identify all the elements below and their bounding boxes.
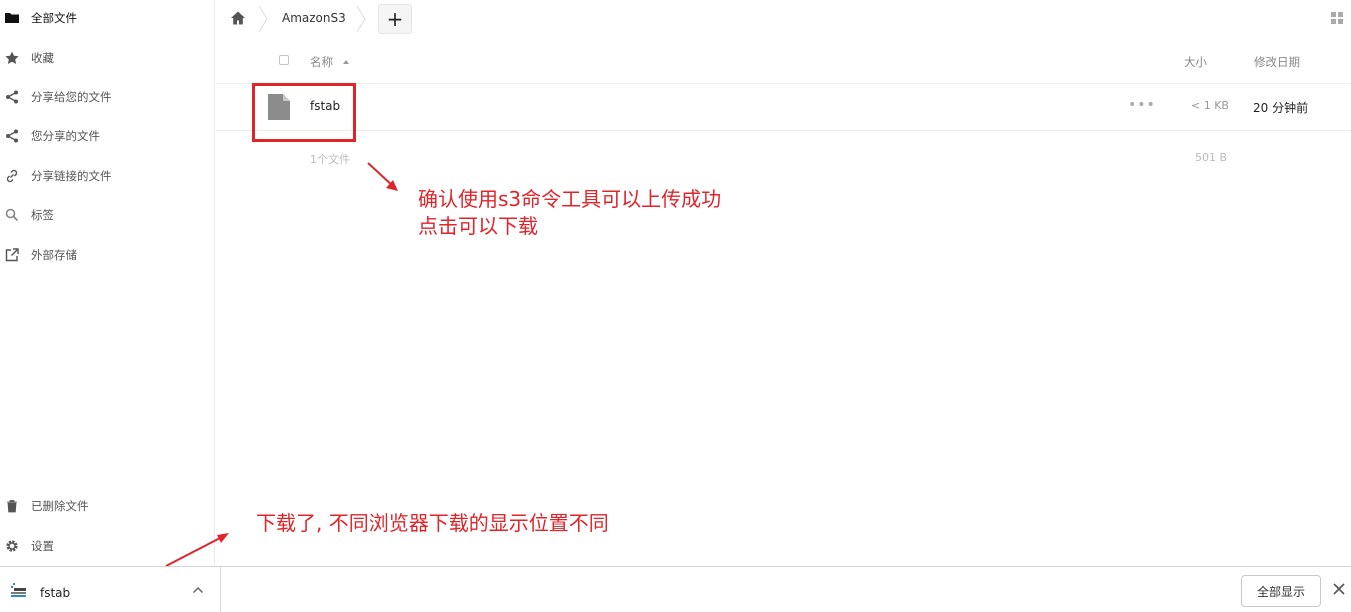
sidebar-item-label: 外部存储 — [31, 248, 77, 262]
sidebar-item-label: 分享给您的文件 — [31, 90, 112, 104]
sidebar-item-label: 设置 — [31, 539, 54, 553]
close-icon[interactable] — [1333, 583, 1345, 595]
downloaded-file-icon — [11, 583, 26, 597]
home-icon[interactable] — [230, 10, 246, 26]
star-icon — [5, 51, 19, 64]
breadcrumb-separator-icon — [258, 6, 268, 32]
column-header-size[interactable]: 大小 — [1184, 54, 1207, 70]
sidebar-item-label: 分享链接的文件 — [31, 169, 112, 183]
folder-icon — [5, 13, 19, 23]
sidebar-item-label: 您分享的文件 — [31, 129, 100, 143]
select-all-checkbox[interactable] — [279, 55, 289, 65]
column-header-modified[interactable]: 修改日期 — [1254, 54, 1300, 70]
sidebar: 全部文件 收藏 分享给您的文件 您分享的文件 分享链接的文件 标签 外部存储 已… — [0, 0, 215, 566]
add-new-button[interactable]: + — [378, 4, 412, 34]
total-size-summary: 501 B — [1195, 151, 1228, 164]
column-header-name[interactable]: 名称 — [310, 54, 333, 70]
grid-view-icon[interactable] — [1331, 12, 1343, 24]
annotation-box-file — [252, 83, 356, 142]
download-file-name: fstab — [40, 586, 71, 600]
sidebar-item-label: 收藏 — [31, 51, 54, 65]
more-actions-button[interactable]: ••• — [1128, 97, 1156, 113]
sidebar-item-external-storage[interactable]: 外部存储 — [0, 240, 215, 270]
gear-icon — [6, 540, 18, 552]
table-row[interactable]: fstab ••• < 1 KB 20 分钟前 — [216, 84, 1351, 131]
breadcrumb-separator-icon — [356, 6, 366, 32]
annotation-line: 点击可以下载 — [418, 214, 538, 238]
sidebar-item-deleted-files[interactable]: 已删除文件 — [0, 491, 215, 521]
sidebar-item-all-files[interactable]: 全部文件 — [0, 3, 215, 33]
sidebar-item-shared-by-you[interactable]: 您分享的文件 — [0, 121, 215, 151]
external-icon — [5, 248, 19, 262]
show-all-downloads-button[interactable]: 全部显示 — [1241, 575, 1321, 607]
sort-ascending-icon — [343, 60, 349, 64]
sidebar-item-favorites[interactable]: 收藏 — [0, 43, 215, 73]
breadcrumb-current[interactable]: AmazonS3 — [282, 11, 346, 25]
file-count-summary: 1个文件 — [310, 153, 350, 166]
trash-icon — [7, 500, 17, 513]
file-size: < 1 KB — [1191, 99, 1229, 112]
sidebar-item-shared-by-link[interactable]: 分享链接的文件 — [0, 161, 215, 191]
search-icon — [5, 208, 19, 222]
annotation-line: 确认使用s3命令工具可以上传成功 — [418, 187, 722, 211]
breadcrumb: AmazonS3 + — [216, 0, 1351, 40]
sidebar-item-label: 标签 — [31, 208, 54, 222]
chevron-up-icon[interactable] — [192, 585, 204, 595]
arrow-icon — [367, 162, 398, 191]
share-icon — [6, 129, 18, 143]
file-table-header: 名称 大小 修改日期 — [216, 44, 1351, 84]
sidebar-item-tags[interactable]: 标签 — [0, 200, 215, 230]
annotation-text-upload: 确认使用s3命令工具可以上传成功 点击可以下载 — [418, 186, 721, 240]
annotation-text-download: 下载了, 不同浏览器下载的显示位置不同 — [256, 511, 609, 535]
sidebar-item-label: 全部文件 — [31, 11, 77, 25]
share-icon — [6, 90, 18, 104]
download-item[interactable]: fstab — [0, 567, 221, 612]
sidebar-item-settings[interactable]: 设置 — [0, 531, 215, 561]
download-bar: fstab 全部显示 — [0, 566, 1351, 612]
sidebar-item-shared-with-you[interactable]: 分享给您的文件 — [0, 82, 215, 112]
link-icon — [6, 169, 18, 183]
file-modified: 20 分钟前 — [1253, 101, 1309, 115]
sidebar-item-label: 已删除文件 — [31, 499, 89, 513]
